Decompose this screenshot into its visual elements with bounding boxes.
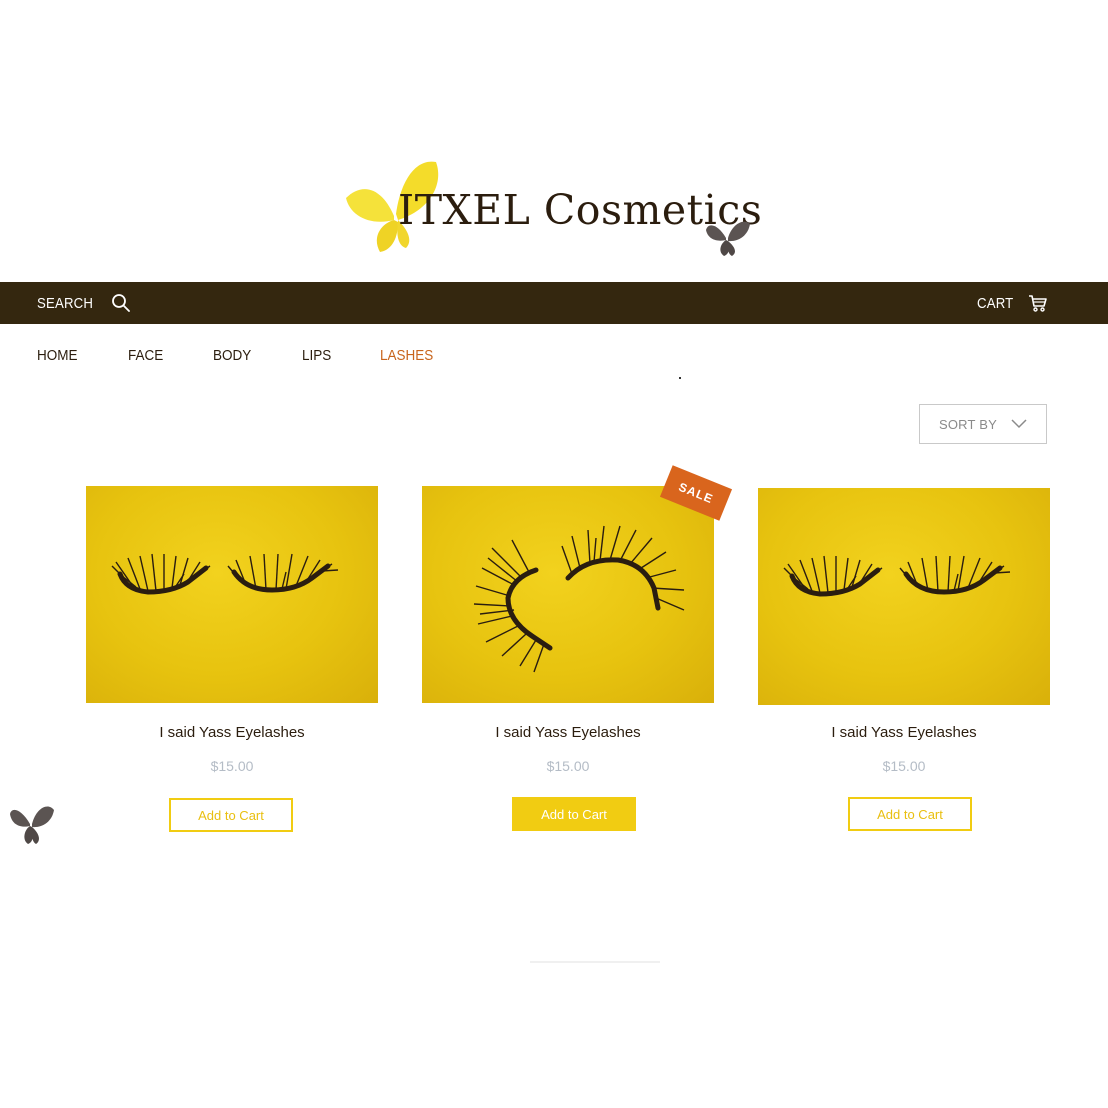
category-nav: HOME FACE BODY LIPS LASHES [37,343,485,367]
add-to-cart-button[interactable]: Add to Cart [848,797,972,831]
product-name[interactable]: I said Yass Eyelashes [422,724,714,741]
eyelashes-image [783,555,1011,597]
stray-dot [679,377,681,379]
cart-button[interactable]: CART [977,282,1048,324]
dark-butterfly-icon [706,221,750,256]
cart-label: CART [976,294,1014,312]
product-price: $15.00 [546,758,590,774]
nav-item-lashes[interactable]: LASHES [380,347,433,364]
cart-icon [1029,295,1047,312]
top-bar: SEARCH CART [0,282,1108,324]
product-image[interactable] [758,488,1050,705]
chevron-down-icon [1011,419,1027,429]
nav-item-body[interactable]: BODY [213,347,251,364]
eyelashes-image [473,525,685,673]
eyelashes-image [111,553,339,595]
product-name[interactable]: I said Yass Eyelashes [758,724,1050,741]
brand-logo[interactable]: ITXEL Cosmetics [336,150,766,265]
nav-item-lips[interactable]: LIPS [302,347,331,364]
page: ITXEL Cosmetics SEARCH CART HOME FACE BO… [0,0,1108,1108]
product-image[interactable] [86,486,378,703]
add-to-cart-button[interactable]: Add to Cart [169,798,293,832]
sort-by-label: SORT BY [939,416,997,432]
add-to-cart-button[interactable]: Add to Cart [512,797,636,831]
dark-butterfly-icon [10,806,54,844]
product-price: $15.00 [882,758,926,774]
divider [530,961,660,963]
product-price: $15.00 [210,758,254,774]
sort-by-dropdown[interactable]: SORT BY [919,404,1047,444]
product-image[interactable] [422,486,714,703]
nav-item-face[interactable]: FACE [128,347,163,364]
product-name[interactable]: I said Yass Eyelashes [86,724,378,741]
search-label: SEARCH [37,294,94,312]
nav-item-home[interactable]: HOME [37,347,78,364]
search-icon [111,294,130,312]
search-button[interactable]: SEARCH [37,282,131,324]
